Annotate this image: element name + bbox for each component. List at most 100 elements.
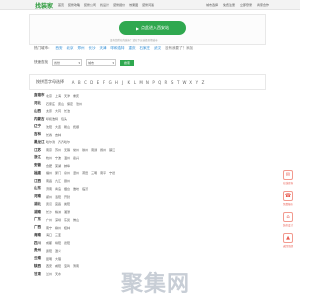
side-consult-button[interactable]: ✉ 在线咨询: [281, 170, 295, 185]
city-link[interactable]: 宜昌: [55, 202, 61, 206]
letter-tab[interactable]: Z: [200, 80, 206, 85]
hot-city-link[interactable]: 郑州: [78, 46, 85, 51]
side-design-button[interactable]: ⌂ 装修设计: [281, 212, 295, 227]
city-link[interactable]: 扬州: [100, 148, 106, 152]
city-link[interactable]: 贵阳: [46, 249, 52, 253]
province-select[interactable]: 省份 ▾: [52, 59, 82, 66]
city-link[interactable]: 无锡: [64, 148, 70, 152]
city-link[interactable]: 南平: [100, 171, 106, 175]
login-link[interactable]: 立即登录: [240, 3, 252, 7]
city-link[interactable]: 长春: [46, 133, 52, 137]
city-link[interactable]: 北京: [46, 94, 52, 98]
search-button[interactable]: 搜索: [120, 59, 134, 66]
city-select[interactable]: 城市 ▾: [86, 59, 116, 66]
city-link[interactable]: 海口: [46, 233, 52, 237]
city-link[interactable]: 南京: [46, 148, 52, 152]
city-link[interactable]: 佛山: [73, 218, 79, 222]
city-link[interactable]: 莆田: [82, 171, 88, 175]
city-link[interactable]: 大连: [55, 125, 61, 129]
city-link[interactable]: 重庆: [73, 94, 79, 98]
city-link[interactable]: 广州: [46, 218, 52, 222]
nav-link-gallery[interactable]: 效果图: [129, 3, 138, 7]
city-link[interactable]: 徐州: [82, 148, 88, 152]
city-link[interactable]: 南通: [91, 148, 97, 152]
city-link[interactable]: 天津: [64, 94, 70, 98]
city-link[interactable]: 蚌埠: [64, 164, 70, 168]
city-link[interactable]: 济南: [46, 187, 52, 191]
hot-city-link[interactable]: 武汉: [154, 46, 161, 51]
nav-link-guide[interactable]: 装修攻略: [68, 3, 80, 7]
city-link[interactable]: 唐山: [58, 102, 64, 106]
nav-link-qa[interactable]: 装修问答: [142, 3, 154, 7]
city-link[interactable]: 南昌: [46, 179, 52, 183]
hot-city-link[interactable]: 石家庄: [140, 46, 151, 51]
city-link[interactable]: 宁波: [55, 156, 61, 160]
nav-link-design[interactable]: 找设计: [100, 3, 109, 7]
city-link[interactable]: 镇江: [109, 148, 115, 152]
city-link[interactable]: 沧州: [76, 102, 82, 106]
hot-city-link[interactable]: 重庆: [129, 46, 136, 51]
city-link[interactable]: 大同: [55, 109, 61, 113]
city-link[interactable]: 兰州: [46, 272, 52, 276]
city-link[interactable]: 东莞: [64, 218, 70, 222]
city-link[interactable]: 绵阳: [55, 241, 61, 245]
city-link[interactable]: 嘉兴: [73, 156, 79, 160]
city-link[interactable]: 株洲: [55, 210, 61, 214]
city-link[interactable]: 烟台: [64, 187, 70, 191]
register-link[interactable]: 免费注册: [223, 3, 235, 7]
city-link[interactable]: 西安: [46, 264, 52, 268]
city-link[interactable]: 齐齐哈尔: [58, 140, 70, 144]
hot-city-link[interactable]: 西安: [56, 46, 63, 51]
city-link[interactable]: 青岛: [55, 187, 61, 191]
city-link[interactable]: 开封: [64, 195, 70, 199]
city-link[interactable]: 包头: [61, 117, 67, 121]
city-link[interactable]: 呼和浩特: [46, 117, 58, 121]
side-quote-button[interactable]: ☎ 免费报价: [281, 191, 295, 206]
site-logo[interactable]: 找装家: [35, 1, 53, 10]
city-link[interactable]: 湘潭: [64, 210, 70, 214]
city-link[interactable]: 鞍山: [64, 125, 70, 129]
partner-link[interactable]: 商家合作: [257, 3, 269, 7]
city-link[interactable]: 吉林: [55, 133, 61, 137]
city-link[interactable]: 武汉: [46, 202, 52, 206]
city-link[interactable]: 临沂: [82, 187, 88, 191]
city-link[interactable]: 昆明: [46, 257, 52, 261]
city-link[interactable]: 南宁: [46, 226, 52, 230]
city-link[interactable]: 三亚: [55, 233, 61, 237]
city-link[interactable]: 桂林: [64, 226, 70, 230]
city-link[interactable]: 杭州: [46, 156, 52, 160]
city-link[interactable]: 柳州: [55, 226, 61, 230]
enter-city-button[interactable]: ▶ 点此进入西安站: [119, 21, 186, 35]
city-link[interactable]: 长沙: [46, 210, 52, 214]
city-link[interactable]: 宁德: [109, 171, 115, 175]
city-link[interactable]: 太原: [46, 109, 52, 113]
city-link[interactable]: 潍坊: [73, 187, 79, 191]
city-link[interactable]: 沈阳: [46, 125, 52, 129]
city-link[interactable]: 咸阳: [55, 264, 61, 268]
city-link[interactable]: 芜湖: [55, 164, 61, 168]
city-select-link[interactable]: 城市选择: [206, 3, 218, 7]
city-link[interactable]: 哈尔滨: [46, 140, 55, 144]
city-link[interactable]: 合肥: [46, 164, 52, 168]
hot-city-link[interactable]: 长沙: [89, 46, 96, 51]
city-link[interactable]: 赣州: [64, 179, 70, 183]
city-link[interactable]: 温州: [64, 156, 70, 160]
city-link[interactable]: 渭南: [73, 264, 79, 268]
city-link[interactable]: 上海: [55, 94, 61, 98]
city-link[interactable]: 保定: [67, 102, 73, 106]
city-link[interactable]: 襄阳: [64, 202, 70, 206]
hot-city-link[interactable]: 北京: [67, 46, 74, 51]
city-link[interactable]: 三明: [91, 171, 97, 175]
city-link[interactable]: 遵义: [55, 249, 61, 253]
city-link[interactable]: 泉州: [64, 171, 70, 175]
city-link[interactable]: 抚顺: [73, 125, 79, 129]
city-link[interactable]: 郑州: [46, 195, 52, 199]
city-link[interactable]: 九江: [55, 179, 61, 183]
back-to-top-button[interactable]: ▲ 返回顶部: [281, 233, 295, 248]
city-link[interactable]: 厦门: [55, 171, 61, 175]
city-link[interactable]: 深圳: [55, 218, 61, 222]
city-link[interactable]: 常州: [73, 148, 79, 152]
nav-link-companies[interactable]: 装修公司: [84, 3, 96, 7]
nav-link-quote[interactable]: 装修报价: [113, 3, 125, 7]
city-link[interactable]: 石家庄: [46, 102, 55, 106]
